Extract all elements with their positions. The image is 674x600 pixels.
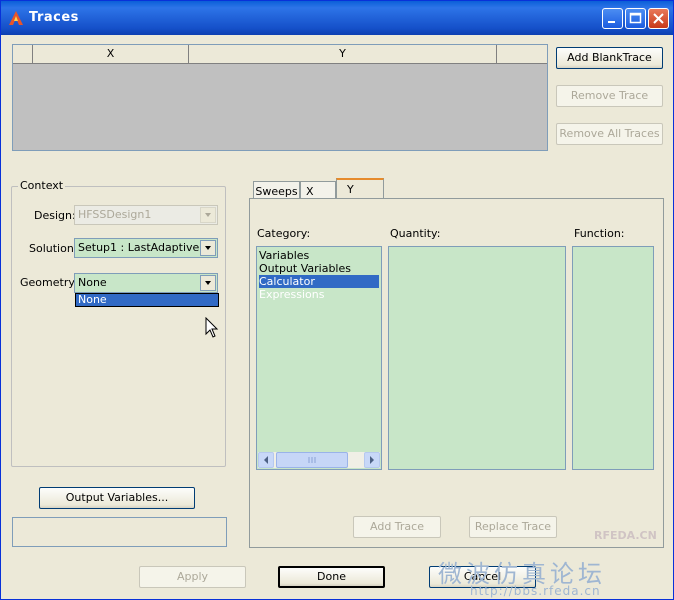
quantity-label: Quantity: — [390, 227, 441, 240]
chevron-right-icon — [370, 456, 374, 464]
maximize-button[interactable] — [625, 8, 646, 29]
add-blank-trace-button[interactable]: Add BlankTrace — [556, 47, 663, 69]
solution-dropdown-button[interactable] — [200, 240, 216, 256]
geometry-value: None — [78, 276, 107, 289]
title-bar[interactable]: Traces — [1, 1, 673, 35]
remove-all-traces-button[interactable]: Remove All Traces — [556, 123, 663, 145]
replace-trace-button[interactable]: Replace Trace — [469, 516, 557, 538]
trace-table-corner — [13, 45, 33, 63]
trace-table-header: X Y — [13, 45, 547, 64]
chevron-left-icon — [264, 456, 268, 464]
watermark-url: http://bbs.rfeda.cn — [470, 584, 601, 598]
quantity-list[interactable] — [388, 246, 566, 470]
close-button[interactable] — [648, 8, 669, 29]
add-trace-button[interactable]: Add Trace — [353, 516, 441, 538]
geometry-option-none[interactable]: None — [78, 294, 107, 306]
output-variables-button[interactable]: Output Variables... — [39, 487, 195, 509]
geometry-combo[interactable]: None — [74, 273, 218, 293]
apply-button[interactable]: Apply — [139, 566, 246, 588]
context-group — [11, 186, 226, 467]
column-header-extra — [497, 45, 547, 63]
function-label: Function: — [574, 227, 625, 240]
maximize-icon — [629, 12, 642, 24]
solution-combo[interactable]: Setup1 : LastAdaptive — [74, 238, 218, 258]
close-icon — [653, 13, 664, 24]
traces-dialog: Traces X Y Add BlankTrace Remove Trace R… — [0, 0, 674, 600]
geometry-dropdown-button[interactable] — [200, 275, 216, 291]
done-button[interactable]: Done — [278, 566, 385, 588]
design-label: Design: — [34, 209, 76, 222]
mouse-cursor-icon — [205, 317, 219, 338]
column-header-x[interactable]: X — [33, 45, 189, 63]
context-legend: Context — [18, 179, 66, 192]
chevron-down-icon — [205, 281, 211, 285]
watermark-brand: RFEDA.CN — [594, 529, 657, 542]
minimize-button[interactable] — [602, 8, 623, 29]
window-title: Traces — [29, 10, 79, 25]
geometry-dropdown-list[interactable]: None — [75, 293, 219, 307]
ansoft-logo-icon — [9, 11, 23, 25]
trace-table[interactable]: X Y — [12, 44, 548, 151]
category-horizontal-scrollbar[interactable] — [258, 452, 380, 468]
chevron-down-icon — [205, 246, 211, 250]
remove-trace-button[interactable]: Remove Trace — [556, 85, 663, 107]
scroll-right-button[interactable] — [364, 452, 380, 468]
solution-value: Setup1 : LastAdaptive — [78, 241, 200, 254]
geometry-label: Geometry: — [20, 276, 78, 289]
scroll-left-button[interactable] — [258, 452, 274, 468]
design-combo[interactable]: HFSSDesign1 — [74, 205, 218, 225]
grip-icon — [308, 457, 316, 463]
minimize-icon — [608, 21, 615, 23]
chevron-down-icon — [205, 213, 211, 217]
category-item-calculator-expressions[interactable]: Calculator Expressions — [259, 275, 379, 301]
scroll-thumb[interactable] — [276, 452, 348, 468]
category-item-variables[interactable]: Variables — [259, 249, 377, 262]
column-header-y[interactable]: Y — [189, 45, 497, 63]
status-box — [12, 517, 227, 547]
function-list[interactable] — [572, 246, 654, 470]
design-dropdown-button[interactable] — [200, 207, 216, 223]
tab-panel-y: Category: Quantity: Function: Variables … — [249, 198, 664, 548]
solution-label: Solution: — [29, 242, 78, 255]
category-label: Category: — [257, 227, 311, 240]
design-value: HFSSDesign1 — [78, 208, 152, 221]
category-list[interactable]: Variables Output Variables Calculator Ex… — [256, 246, 382, 470]
category-item-output-variables[interactable]: Output Variables — [259, 262, 377, 275]
